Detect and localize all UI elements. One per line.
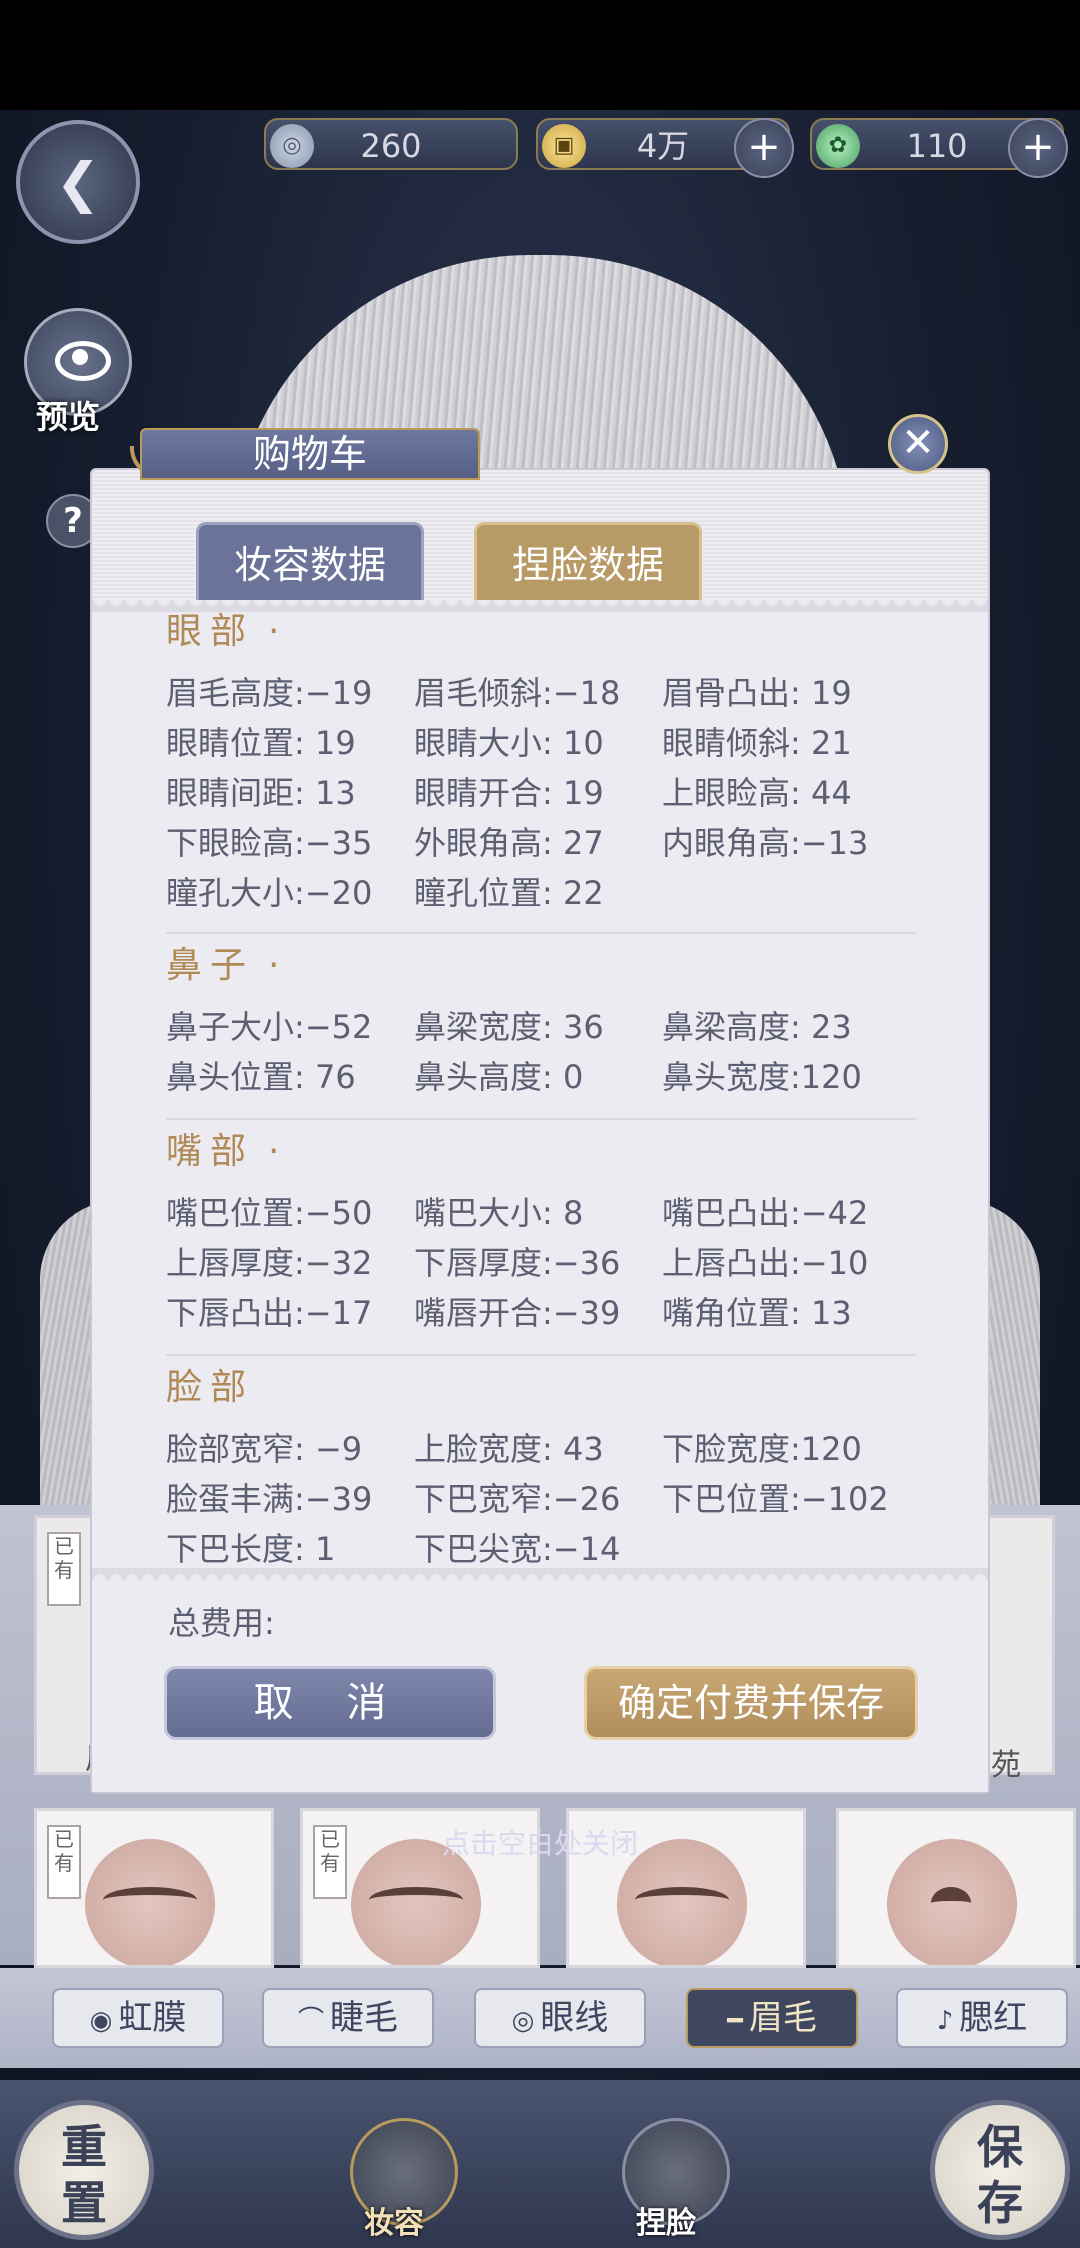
face-param-value: 脸蛋丰满:−39 [166, 1480, 373, 1518]
face-param-value: 鼻头高度: 0 [414, 1058, 584, 1096]
eyeliner-icon: ◎ [511, 2006, 535, 2036]
category-iris-label: 虹膜 [118, 1998, 187, 2038]
face-param-value: 眉骨凸出: 19 [662, 674, 852, 712]
face-param-value: 下巴尖宽:−14 [414, 1530, 621, 1568]
face-param-value: 脸部宽窄: −9 [166, 1430, 363, 1468]
face-param-value: 嘴巴位置:−50 [166, 1194, 373, 1232]
section-dot: · [268, 611, 280, 652]
iris-icon: ◉ [89, 2006, 113, 2036]
section-mouth-header: 嘴部 · [166, 1122, 279, 1174]
face-param-value: 下脸宽度:120 [662, 1430, 862, 1468]
section-eyes-name: 眼部 [166, 611, 255, 652]
close-dialog-button[interactable]: ✕ [888, 414, 948, 474]
face-sculpt-tab-label: 捏脸 [636, 2206, 696, 2241]
back-button[interactable]: ❮ [16, 120, 140, 244]
face-param-value: 眉毛高度:−19 [166, 674, 373, 712]
face-param-value: 鼻头宽度:120 [662, 1058, 862, 1096]
divider [166, 1118, 916, 1120]
face-param-value: 下唇厚度:−36 [414, 1244, 621, 1282]
cancel-button[interactable]: 取 消 [164, 1666, 496, 1740]
currency-gold-value: 4万 [636, 127, 690, 165]
face-param-value: 下巴长度: 1 [166, 1530, 336, 1568]
currency-silver-value: 260 [360, 127, 422, 165]
add-gold-button[interactable]: + [734, 118, 794, 178]
face-param-value: 眼睛倾斜: 21 [662, 724, 852, 762]
section-nose-header: 鼻子 · [166, 936, 279, 988]
face-param-value: 上唇厚度:−32 [166, 1244, 373, 1282]
save-label: 保存 [977, 2120, 1023, 2230]
lashes-icon: ⌒ [297, 2006, 324, 2036]
total-cost-label: 总费用: [168, 1604, 275, 1642]
category-lashes-label: 睫毛 [330, 1998, 398, 2038]
category-eyeliner[interactable]: ◎ 眼线 [474, 1988, 646, 2048]
face-param-value: 瞳孔位置: 22 [414, 874, 604, 912]
category-blush[interactable]: ♪ 腮红 [896, 1988, 1068, 2048]
face-param-value: 外眼角高: 27 [414, 824, 604, 862]
face-param-value: 下巴位置:−102 [662, 1480, 889, 1518]
eye-pupil [72, 349, 88, 365]
divider [166, 1354, 916, 1356]
add-jade-button[interactable]: + [1008, 118, 1068, 178]
eyebrow-icon: ━ [727, 2006, 743, 2036]
face-param-value: 嘴巴大小: 8 [414, 1194, 584, 1232]
item-name-partial: 苑 [991, 1748, 1021, 1783]
section-nose-name: 鼻子 [166, 945, 255, 986]
face-param-value: 上脸宽度: 43 [414, 1430, 604, 1468]
face-param-value: 下唇凸出:−17 [166, 1294, 373, 1332]
bottom-nav [0, 2080, 1080, 2248]
tab-face-data[interactable]: 捏脸数据 [474, 522, 702, 600]
face-param-value: 眼睛大小: 10 [414, 724, 604, 762]
face-param-value: 内眼角高:−13 [662, 824, 869, 862]
currency-jade-value: 110 [906, 127, 968, 165]
face-param-value: 下巴宽窄:−26 [414, 1480, 621, 1518]
reset-button[interactable]: 重置 [14, 2100, 154, 2240]
category-eyebrow-label: 眉毛 [748, 1998, 817, 2038]
currency-gold: ▣ 4万 + [536, 118, 794, 178]
face-param-value: 瞳孔大小:−20 [166, 874, 373, 912]
tab-makeup-data[interactable]: 妆容数据 [196, 522, 424, 600]
makeup-tab-label: 妆容 [364, 2206, 424, 2241]
face-param-value: 嘴角位置: 13 [662, 1294, 852, 1332]
preview-label: 预览 [36, 398, 101, 436]
face-param-value: 眉毛倾斜:−18 [414, 674, 621, 712]
face-param-value: 鼻子大小:−52 [166, 1008, 373, 1046]
butterfly-back-icon: ❮ [55, 151, 101, 214]
face-param-value: 嘴巴凸出:−42 [662, 1194, 869, 1232]
category-eyeliner-label: 眼线 [540, 1998, 609, 2038]
face-param-value: 鼻梁宽度: 36 [414, 1008, 604, 1046]
save-button[interactable]: 保存 [930, 2100, 1070, 2240]
category-lashes[interactable]: ⌒ 睫毛 [262, 1988, 434, 2048]
dialog-title: 购物车 [140, 428, 480, 480]
section-dot: · [268, 1131, 280, 1172]
category-iris[interactable]: ◉ 虹膜 [52, 1988, 224, 2048]
divider [166, 932, 916, 934]
section-mouth-name: 嘴部 [166, 1131, 255, 1172]
confirm-pay-save-button[interactable]: 确定付费并保存 [584, 1666, 918, 1740]
face-param-value: 上眼睑高: 44 [662, 774, 852, 812]
section-dot: · [268, 945, 280, 986]
section-face-name: 脸部 [166, 1367, 255, 1408]
gold-coin-icon: ▣ [542, 124, 586, 168]
face-param-value: 眼睛位置: 19 [166, 724, 356, 762]
face-param-value: 上唇凸出:−10 [662, 1244, 869, 1282]
jade-dragon-icon: ✿ [816, 124, 860, 168]
currency-jade: ✿ 110 + [810, 118, 1068, 178]
face-param-value: 眼睛开合: 19 [414, 774, 604, 812]
currency-silver: ◎ 260 [264, 118, 518, 170]
category-eyebrow[interactable]: ━ 眉毛 [686, 1988, 858, 2048]
face-param-value: 鼻梁高度: 23 [662, 1008, 852, 1046]
blush-icon: ♪ [936, 2006, 954, 2036]
face-param-value: 下眼睑高:−35 [166, 824, 373, 862]
face-param-value: 鼻头位置: 76 [166, 1058, 356, 1096]
close-icon: ✕ [901, 420, 935, 466]
category-blush-label: 腮红 [959, 1998, 1028, 2038]
tap-blank-to-close-hint[interactable]: 点击空白处关闭 [0, 1822, 1080, 1862]
reset-label: 重置 [61, 2120, 107, 2230]
section-face-header: 脸部 [166, 1358, 268, 1410]
section-eyes-header: 眼部 · [166, 602, 279, 654]
face-param-value: 眼睛间距: 13 [166, 774, 356, 812]
face-param-value: 嘴唇开合:−39 [414, 1294, 621, 1332]
owned-tag: 已有 [47, 1532, 81, 1606]
silver-coin-icon: ◎ [270, 124, 314, 168]
